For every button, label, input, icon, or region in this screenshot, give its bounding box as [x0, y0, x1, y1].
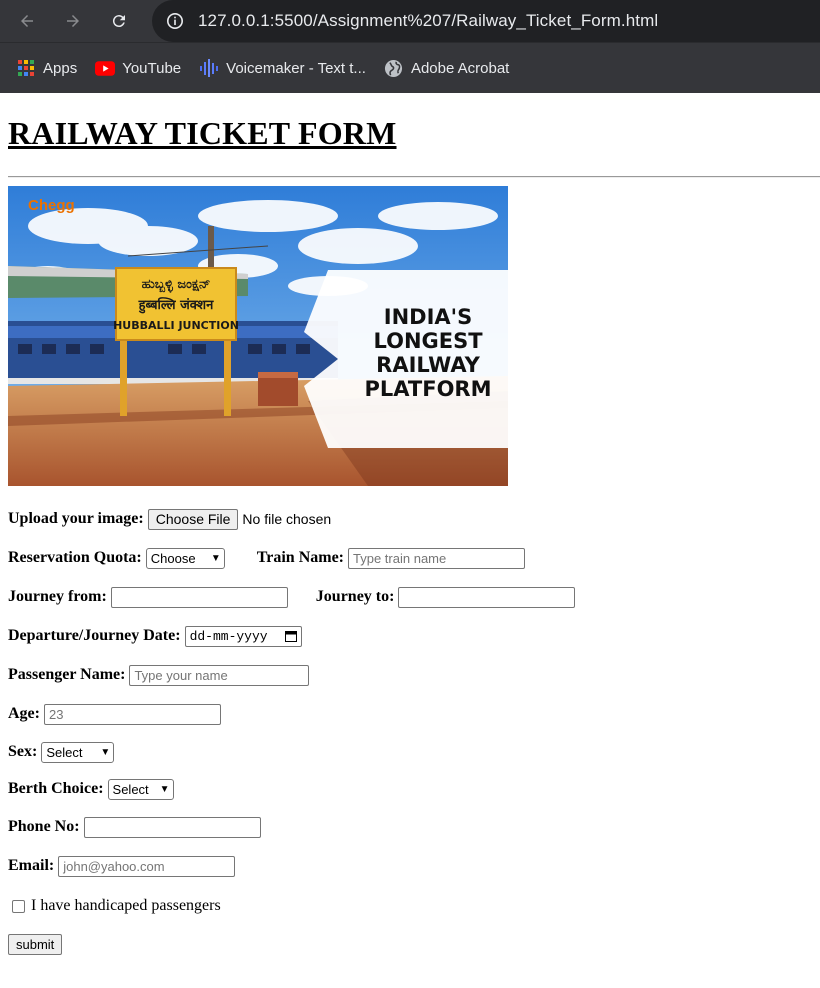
passenger-name-input[interactable]: Type your name	[129, 664, 310, 686]
quota-select-value: Choose	[150, 550, 196, 566]
submit-row: submit	[8, 933, 812, 955]
voicemaker-icon	[199, 58, 219, 78]
bookmark-apps[interactable]: Apps	[16, 58, 77, 78]
journey-to-input[interactable]	[398, 586, 576, 608]
journey-from-label: Journey from:	[8, 588, 107, 605]
apps-grid-icon	[16, 58, 36, 78]
bookmark-voicemaker[interactable]: Voicemaker - Text t...	[199, 58, 366, 78]
upload-label: Upload your image:	[8, 510, 144, 527]
handicap-row: I have handicaped passengers	[8, 896, 812, 916]
date-row: Departure/Journey Date: dd-mm-yyyy	[8, 625, 812, 647]
berth-row: Berth Choice: Select ▼	[8, 778, 812, 800]
journey-to-label: Journey to:	[315, 588, 395, 605]
email-row: Email: john@yahoo.com	[8, 855, 812, 877]
age-label: Age:	[8, 705, 40, 722]
age-input[interactable]: 23	[43, 703, 221, 725]
headline-line-2: LONGEST	[373, 329, 483, 353]
forward-button[interactable]	[62, 10, 84, 32]
upload-row: Upload your image: Choose File No file c…	[8, 508, 812, 530]
headline-line-3: RAILWAY	[376, 353, 480, 377]
sex-label: Sex:	[8, 743, 38, 760]
submit-button[interactable]: submit	[8, 933, 63, 955]
date-placeholder: dd-mm-yyyy	[189, 628, 268, 644]
berth-select-value: Select	[112, 781, 149, 797]
divider	[8, 176, 820, 178]
phone-label: Phone No:	[8, 818, 80, 835]
info-icon[interactable]	[166, 12, 184, 30]
sex-select[interactable]: Select ▼	[41, 741, 115, 763]
berth-select[interactable]: Select ▼	[107, 778, 174, 800]
bookmark-label: Voicemaker - Text t...	[226, 59, 366, 77]
handicap-label[interactable]: I have handicaped passengers	[31, 897, 221, 915]
reload-button[interactable]	[108, 10, 130, 32]
sign-hindi-text: हुब्बल्लि जंक्शन	[138, 297, 215, 314]
page-title: RAILWAY TICKET FORM	[8, 115, 397, 151]
arrow-right-icon	[67, 15, 79, 27]
sign-kannada-text: ಹುಬ್ಬಳ್ಳಿ ಜಂಕ್ಷನ್	[142, 277, 211, 293]
quota-train-row: Reservation Quota: Choose ▼ Train Name: …	[8, 547, 812, 569]
ticket-form: Upload your image: Choose File No file c…	[8, 508, 812, 955]
bookmark-label: Adobe Acrobat	[410, 59, 510, 77]
browser-toolbar: 127.0.0.1:5500/Assignment%207/Railway_Ti…	[0, 0, 820, 42]
sex-select-value: Select	[46, 744, 83, 760]
choose-file-button[interactable]: Choose File	[147, 508, 239, 530]
url-text[interactable]: 127.0.0.1:5500/Assignment%207/Railway_Ti…	[198, 11, 658, 31]
phone-input[interactable]	[83, 816, 261, 838]
train-name-label: Train Name:	[256, 549, 345, 566]
berth-label: Berth Choice:	[8, 780, 104, 797]
youtube-icon	[95, 58, 116, 78]
sex-row: Sex: Select ▼	[8, 741, 812, 763]
sign-english-text: HUBBALLI JUNCTION	[113, 319, 239, 332]
journey-row: Journey from: Journey to:	[8, 586, 812, 608]
train-name-input[interactable]: Type train name	[348, 547, 526, 569]
page-content: RAILWAY TICKET FORM ಹುಬ್ಬಳ್ಳಿ ಜಂಕ್ಷನ್ हु…	[0, 115, 820, 955]
headline-line-1: INDIA'S	[384, 305, 472, 329]
bookmarks-bar: Apps YouTube Voicemaker - Text t... Adob…	[0, 42, 820, 93]
date-input[interactable]: dd-mm-yyyy	[184, 625, 302, 647]
chevron-down-icon: ▼	[100, 746, 111, 758]
age-row: Age: 23	[8, 703, 812, 725]
reload-icon	[112, 15, 125, 28]
brand-logo-text: Chegg	[28, 197, 75, 214]
globe-icon	[384, 58, 404, 78]
email-label: Email:	[8, 857, 55, 874]
date-label: Departure/Journey Date:	[8, 627, 181, 644]
back-button[interactable]	[16, 10, 38, 32]
phone-row: Phone No:	[8, 816, 812, 838]
upload-status: No file chosen	[242, 511, 332, 527]
quota-label: Reservation Quota:	[8, 549, 142, 566]
bookmark-youtube[interactable]: YouTube	[95, 58, 181, 78]
bookmark-label: YouTube	[122, 59, 182, 77]
passenger-name-label: Passenger Name:	[8, 666, 126, 683]
handicap-checkbox[interactable]	[12, 899, 25, 913]
arrow-left-icon	[21, 15, 33, 27]
quota-select[interactable]: Choose ▼	[145, 547, 225, 569]
calendar-icon	[284, 631, 297, 642]
chevron-down-icon: ▼	[159, 783, 170, 795]
headline-line-4: PLATFORM	[365, 377, 492, 401]
bookmark-adobe-acrobat[interactable]: Adobe Acrobat	[384, 58, 509, 78]
passenger-name-row: Passenger Name: Type your name	[8, 664, 812, 686]
bookmark-label: Apps	[43, 59, 78, 77]
hero-image: ಹುಬ್ಬಳ್ಳಿ ಜಂಕ್ಷನ್ हुब्बल्लि जंक्शन HUBBA…	[8, 186, 508, 486]
email-input[interactable]: john@yahoo.com	[58, 855, 236, 877]
journey-from-input[interactable]	[110, 586, 288, 608]
chevron-down-icon: ▼	[210, 552, 221, 564]
address-bar[interactable]: 127.0.0.1:5500/Assignment%207/Railway_Ti…	[152, 0, 820, 42]
